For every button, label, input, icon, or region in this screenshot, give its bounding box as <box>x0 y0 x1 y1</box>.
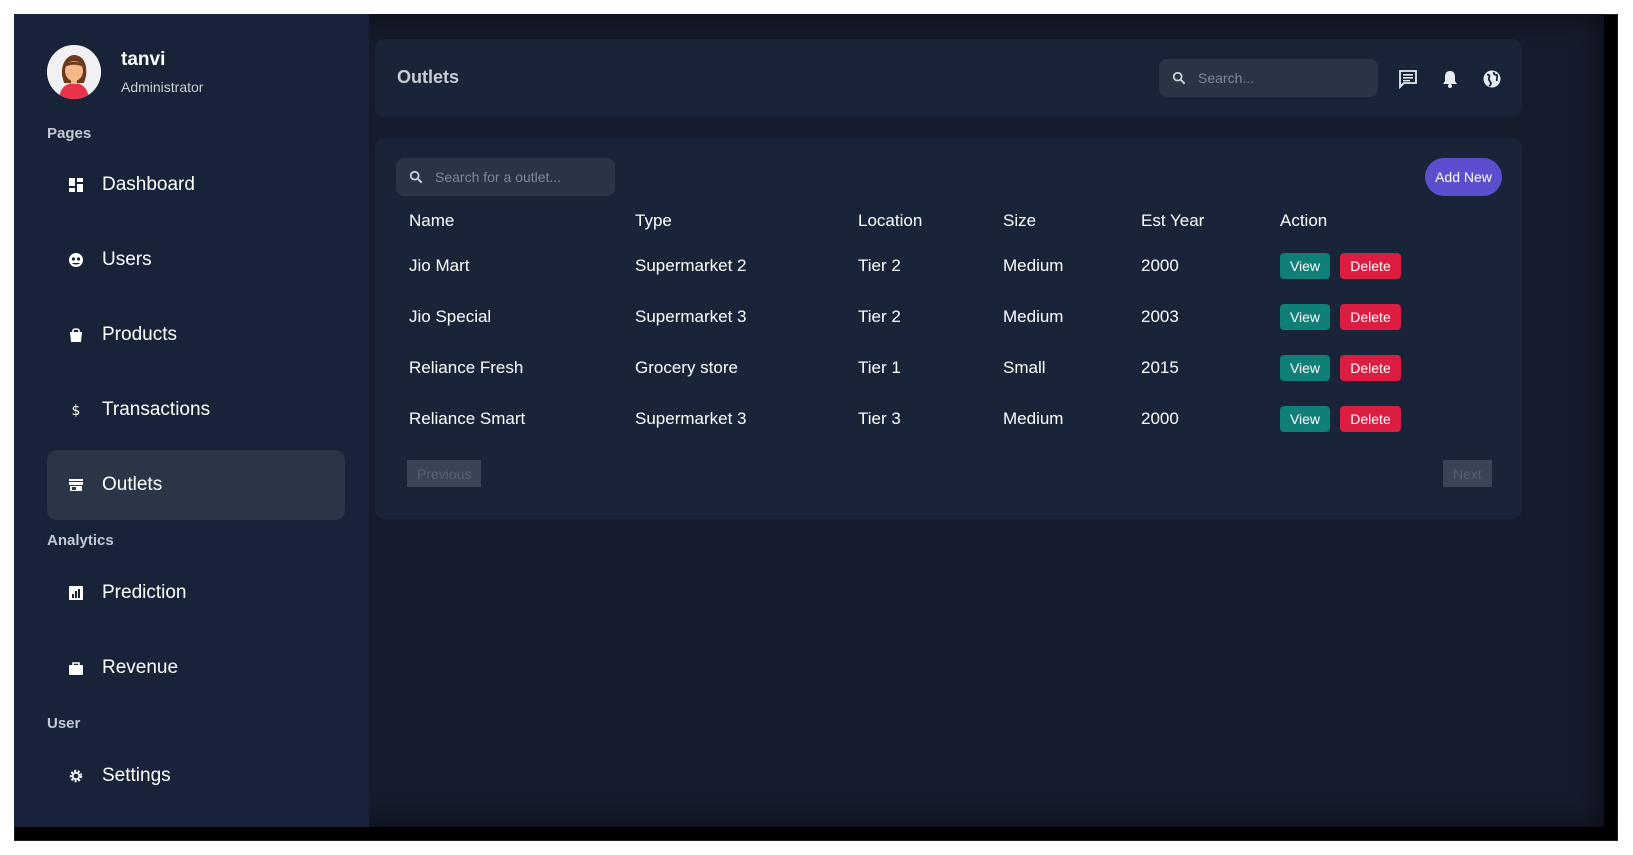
header-search[interactable] <box>1159 59 1378 97</box>
search-icon <box>1172 71 1186 85</box>
delete-button[interactable]: Delete <box>1340 354 1401 381</box>
section-user: User <box>47 715 81 732</box>
outlet-search[interactable] <box>396 158 615 196</box>
sidebar-item-users[interactable]: Users <box>47 225 345 295</box>
delete-button[interactable]: Delete <box>1340 303 1401 330</box>
sidebar-item-label: Revenue <box>102 657 179 678</box>
cell-name: Reliance Smart <box>409 408 526 428</box>
cell-location: Tier 3 <box>858 408 901 428</box>
top-bar: Outlets <box>375 39 1522 117</box>
cell-type: Supermarket 3 <box>635 408 747 428</box>
section-pages: Pages <box>47 125 92 142</box>
sidebar-item-label: Dashboard <box>102 174 195 195</box>
delete-button[interactable]: Delete <box>1340 252 1401 279</box>
view-button[interactable]: View <box>1280 354 1330 381</box>
view-button[interactable]: View <box>1280 252 1330 279</box>
sidebar-item-dashboard[interactable]: Dashboard <box>47 150 345 220</box>
sidebar-item-label: Prediction <box>102 582 187 603</box>
next-button[interactable]: Next <box>1443 460 1492 487</box>
cell-name: Jio Special <box>409 306 492 326</box>
cell-action: View Delete <box>1268 240 1480 291</box>
table-header-row: Name Type Location Size Est Year Action <box>397 202 1480 240</box>
view-button[interactable]: View <box>1280 303 1330 330</box>
sidebar-item-label: Products <box>102 324 177 345</box>
cell-size: Small <box>1003 357 1046 377</box>
sidebar-item-revenue[interactable]: Revenue <box>47 633 345 703</box>
sidebar-item-label: Users <box>102 249 152 270</box>
cell-size: Medium <box>1003 255 1064 275</box>
store-icon <box>68 477 84 493</box>
avatar <box>47 45 101 99</box>
sidebar-item-label: Settings <box>102 765 171 786</box>
outlets-card: Add New Name Type Location Size Est Year… <box>375 138 1522 519</box>
chat-icon[interactable] <box>1398 69 1418 90</box>
svg-text:$: $ <box>72 403 81 418</box>
cell-type: Supermarket 2 <box>635 255 747 275</box>
section-analytics: Analytics <box>47 532 114 549</box>
bell-icon[interactable] <box>1440 69 1460 89</box>
gear-icon <box>68 768 84 784</box>
cell-size: Medium <box>1003 408 1064 428</box>
table-row: Jio Special Supermarket 3 Tier 2 Medium … <box>397 291 1480 342</box>
sidebar-item-label: Outlets <box>102 474 163 495</box>
sidebar-item-transactions[interactable]: $ Transactions <box>47 375 345 445</box>
cell-size: Medium <box>1003 306 1064 326</box>
cell-year: 2000 <box>1141 255 1179 275</box>
cell-action: View Delete <box>1268 291 1480 342</box>
outlets-table: Name Type Location Size Est Year Action … <box>397 202 1480 444</box>
sidebar-item-outlets[interactable]: Outlets <box>47 450 345 520</box>
table-row: Reliance Smart Supermarket 3 Tier 3 Medi… <box>397 393 1480 444</box>
cell-year: 2015 <box>1141 357 1179 377</box>
column-header: Action <box>1280 211 1328 230</box>
cell-name: Jio Mart <box>409 255 470 275</box>
globe-icon[interactable] <box>1482 69 1502 89</box>
cell-year: 2000 <box>1141 408 1179 428</box>
chart-icon <box>68 585 84 601</box>
cell-type: Grocery store <box>635 357 738 377</box>
search-icon <box>409 170 423 184</box>
delete-button[interactable]: Delete <box>1340 405 1401 432</box>
table-row: Reliance Fresh Grocery store Tier 1 Smal… <box>397 342 1480 393</box>
table-row: Jio Mart Supermarket 2 Tier 2 Medium 200… <box>397 240 1480 291</box>
sidebar: tanvi Administrator Pages Dashboard User… <box>14 14 369 827</box>
app-window: tanvi Administrator Pages Dashboard User… <box>14 14 1604 827</box>
dashboard-icon <box>68 177 84 193</box>
column-header: Type <box>635 211 672 230</box>
dollar-icon: $ <box>68 402 84 418</box>
cell-location: Tier 2 <box>858 306 901 326</box>
column-header: Est Year <box>1141 211 1205 230</box>
view-button[interactable]: View <box>1280 405 1330 432</box>
column-header: Location <box>858 211 923 230</box>
cell-action: View Delete <box>1268 393 1480 444</box>
sidebar-item-prediction[interactable]: Prediction <box>47 558 345 628</box>
sidebar-item-products[interactable]: Products <box>47 300 345 370</box>
add-new-button[interactable]: Add New <box>1425 158 1502 196</box>
header-search-input[interactable] <box>1196 69 1370 87</box>
column-header: Size <box>1003 211 1037 230</box>
cell-location: Tier 2 <box>858 255 901 275</box>
profile: tanvi Administrator <box>47 45 203 99</box>
outlet-search-input[interactable] <box>433 168 607 186</box>
previous-button[interactable]: Previous <box>407 460 482 487</box>
page-title: Outlets <box>397 67 460 87</box>
profile-name: tanvi <box>121 49 166 70</box>
cell-name: Reliance Fresh <box>409 357 524 377</box>
bag-icon <box>68 327 84 343</box>
cell-year: 2003 <box>1141 306 1179 326</box>
cell-location: Tier 1 <box>858 357 901 377</box>
sidebar-item-label: Transactions <box>102 399 211 420</box>
column-header: Name <box>409 211 455 230</box>
cell-action: View Delete <box>1268 342 1480 393</box>
users-icon <box>68 252 84 268</box>
briefcase-icon <box>68 660 84 676</box>
cell-type: Supermarket 3 <box>635 306 747 326</box>
sidebar-item-settings[interactable]: Settings <box>47 741 345 811</box>
profile-role: Administrator <box>121 79 204 95</box>
